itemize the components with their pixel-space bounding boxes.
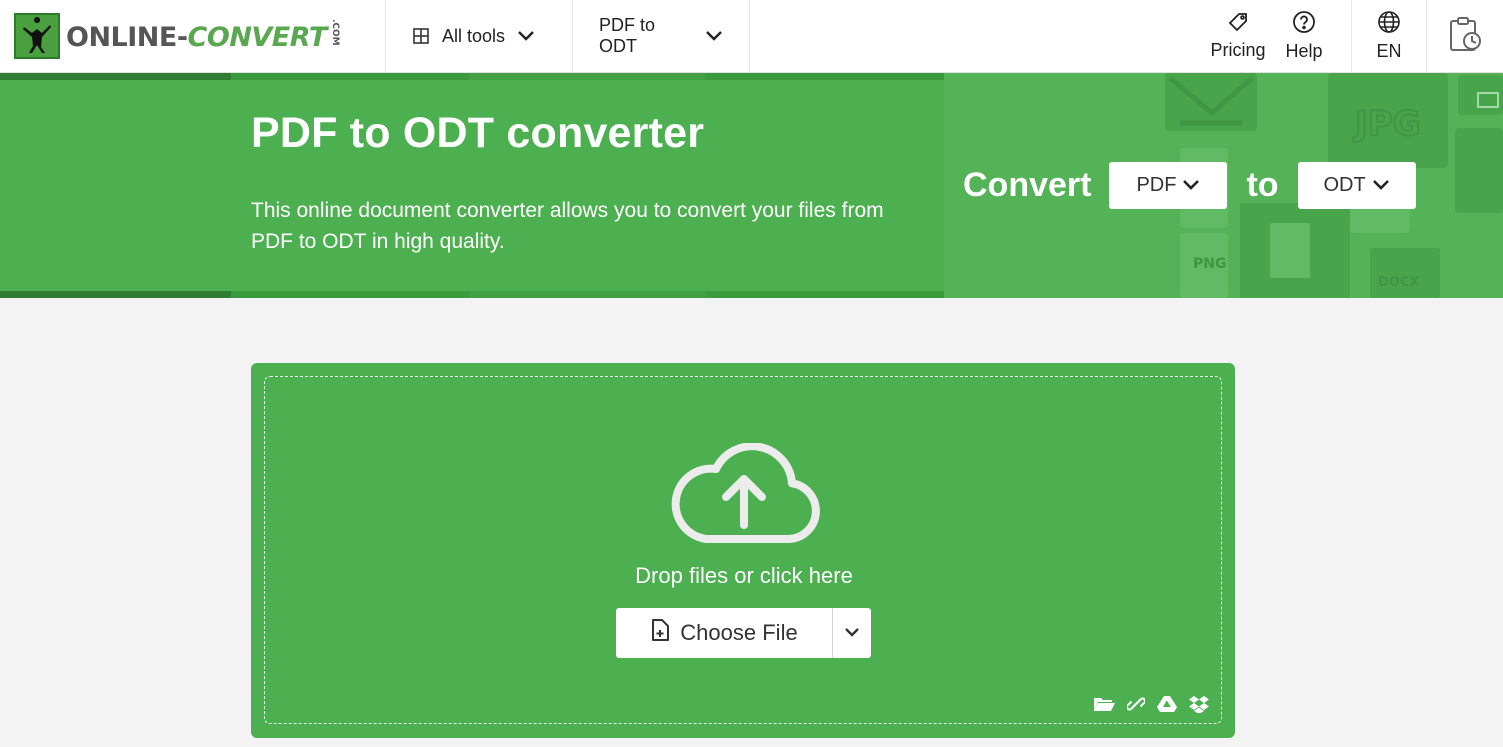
site-logo[interactable]: ONLINE- CONVERT .COM (0, 0, 386, 72)
clipboard-history-icon (1448, 16, 1482, 57)
drop-files-text: Drop files or click here (635, 563, 853, 588)
upload-source-dropdown[interactable] (833, 608, 871, 658)
page-description: This online document converter allows yo… (251, 199, 884, 253)
chevron-down-icon (517, 30, 535, 42)
google-drive-icon[interactable] (1157, 695, 1177, 713)
all-tools-menu[interactable]: All tools (386, 0, 573, 72)
logo-text-suffix: .COM (329, 19, 340, 46)
globe-icon (1377, 10, 1401, 39)
conversion-history-button[interactable] (1427, 0, 1503, 72)
logo-text-main: ONLINE- (66, 21, 188, 53)
convert-label: Convert (963, 166, 1092, 204)
help-label: Help (1285, 41, 1323, 61)
help-link[interactable]: Help (1271, 0, 1337, 72)
decor-label-png: PNG (1193, 256, 1226, 272)
chevron-down-icon (1372, 174, 1390, 197)
choose-file-label: Choose File (680, 620, 798, 645)
upload-panel: Drop files or click here Choose File (251, 363, 1235, 738)
upload-source-icons (1093, 695, 1209, 713)
format-selector-row: Convert PDF to ODT (963, 162, 1416, 209)
conversion-menu-label: PDF to ODT (599, 15, 656, 56)
chevron-down-icon (1182, 174, 1200, 197)
decor-label-jpg: JPG (1353, 104, 1420, 144)
top-navigation: ONLINE- CONVERT .COM All tools PDF to OD… (0, 0, 1503, 73)
help-circle-icon (1292, 10, 1316, 39)
hero-bottom-band (0, 291, 944, 298)
all-tools-label: All tools (442, 25, 506, 46)
source-format-value: PDF (1136, 174, 1177, 196)
hero-banner: JPG PNG DOCX PDF to ODT converter This o… (0, 73, 1503, 298)
choose-file-control: Choose File (616, 608, 871, 658)
folder-icon[interactable] (1093, 696, 1115, 712)
hero-top-band (0, 73, 944, 80)
conversion-menu[interactable]: PDF to ODT (573, 0, 750, 72)
chevron-down-icon (705, 30, 723, 42)
pricing-link[interactable]: Pricing (1205, 0, 1271, 72)
dropbox-icon[interactable] (1189, 695, 1209, 713)
to-label: to (1246, 166, 1279, 204)
link-icon[interactable] (1127, 695, 1145, 713)
logo-wordmark: ONLINE- CONVERT .COM (66, 19, 340, 53)
grid-icon (412, 27, 430, 45)
decor-label-docx: DOCX (1378, 275, 1419, 290)
tag-icon (1227, 11, 1249, 38)
language-label: EN (1376, 41, 1402, 61)
source-format-select[interactable]: PDF (1109, 162, 1228, 209)
target-format-value: ODT (1323, 174, 1366, 196)
logo-text-accent: CONVERT (187, 21, 328, 53)
chevron-down-icon (844, 624, 860, 642)
choose-file-button[interactable]: Choose File (616, 608, 833, 658)
language-selector[interactable]: EN (1351, 0, 1427, 72)
target-format-select[interactable]: ODT (1297, 162, 1416, 209)
nav-right: Pricing Help EN (1205, 0, 1503, 72)
pricing-label: Pricing (1210, 40, 1266, 60)
logo-mark-icon (14, 13, 60, 59)
file-drop-zone[interactable]: Drop files or click here Choose File (264, 376, 1222, 724)
cloud-upload-icon (671, 443, 820, 543)
page-title: PDF to ODT converter (251, 109, 705, 157)
file-plus-icon (650, 618, 670, 648)
